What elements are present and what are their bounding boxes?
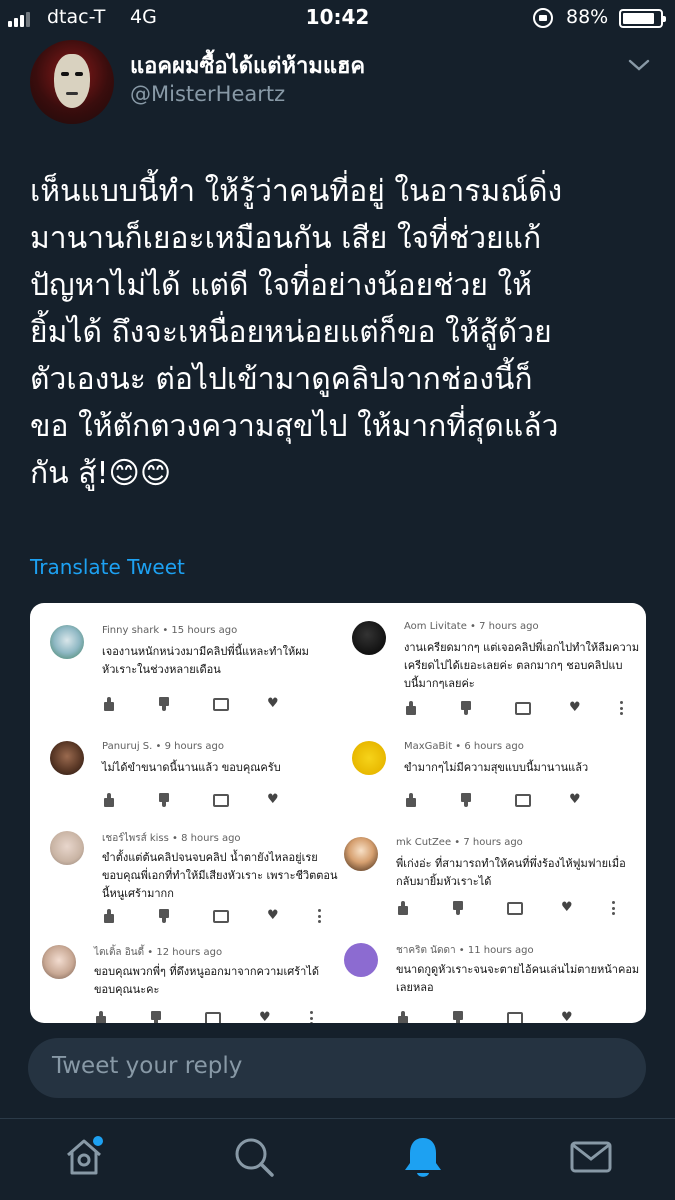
like-icon[interactable]	[94, 1011, 110, 1023]
dislike-icon[interactable]	[149, 1011, 165, 1023]
comment-text: พี่เก่งอ่ะ ที่สามารถทำให้คนที่พึ่งร้องไห…	[396, 857, 626, 888]
author-handle[interactable]: @MisterHeartz	[130, 82, 285, 106]
more-options-icon[interactable]	[612, 901, 616, 915]
commenter-avatar	[352, 741, 386, 775]
reply-icon[interactable]	[204, 1011, 221, 1023]
dislike-icon[interactable]	[157, 909, 173, 923]
comment-text: งานเครียดมากๆ แต่เจอคลิปพี่เอกไปทำให้ลืม…	[404, 641, 640, 690]
comment-meta: Panuruj S. • 9 hours ago	[102, 741, 225, 752]
heart-icon[interactable]: ♥	[561, 901, 573, 915]
mask-face	[54, 54, 90, 108]
comment-actions: ♥	[396, 901, 616, 915]
more-options-icon[interactable]	[310, 1011, 314, 1023]
commenter-avatar	[344, 943, 378, 977]
heart-icon[interactable]: ♥	[569, 701, 581, 715]
reply-icon[interactable]	[506, 1011, 523, 1023]
tweet-attached-image[interactable]: Finny shark • 15 hours ago เจองานหนักหน่…	[30, 603, 646, 1023]
reply-icon[interactable]	[212, 793, 229, 807]
comment-text: ขอบคุณพวกพี่ๆ ที่ดึงหนูออกมาจากความเศร้า…	[94, 965, 320, 996]
comment-meta: ชาคริต นัดดา • 11 hours ago	[396, 945, 534, 956]
commenter-avatar	[42, 945, 76, 979]
commenter-avatar	[50, 741, 84, 775]
chevron-down-icon[interactable]	[628, 58, 650, 72]
dislike-icon[interactable]	[451, 901, 467, 915]
like-icon[interactable]	[404, 701, 420, 715]
status-bar: dtac-T 4G 10:42 88%	[0, 0, 675, 36]
commenter-avatar	[50, 625, 84, 659]
rotation-lock-icon	[533, 8, 553, 28]
heart-icon[interactable]: ♥	[267, 909, 279, 923]
comment-actions: ♥	[94, 1011, 314, 1023]
comment-text: ขำมากๆไม่มีความสุขแบบนี้มานานแล้ว	[404, 761, 589, 774]
heart-icon[interactable]: ♥	[561, 1011, 573, 1024]
comment-actions: ♥	[404, 793, 620, 807]
messages-mail-icon[interactable]	[567, 1133, 615, 1181]
search-icon[interactable]	[230, 1133, 278, 1181]
dislike-icon[interactable]	[157, 793, 173, 807]
comment-text: ขำตั้งแต่ต้นคลิปจนจบคลิป น้ำตายังไหลอยู่…	[102, 851, 338, 900]
comment-meta: Finny shark • 15 hours ago	[102, 625, 238, 636]
reply-placeholder: Tweet your reply	[52, 1053, 243, 1079]
more-options-icon[interactable]	[318, 909, 322, 923]
comment-text: ขนาดกูดูหัวเราะจนจะตายไอ้คนเล่นไม่ตายหน้…	[396, 963, 640, 994]
reply-icon[interactable]	[506, 901, 523, 915]
comment-meta: ไตเติ้ล อินดี้ • 12 hours ago	[94, 947, 223, 958]
bottom-tab-bar	[0, 1118, 675, 1200]
comment-text: ไม่ได้ขำขนาดนี้นานแล้ว ขอบคุณครับ	[102, 761, 281, 774]
comment-meta: mk CutZee • 7 hours ago	[396, 837, 523, 848]
reply-icon[interactable]	[514, 701, 531, 715]
heart-icon[interactable]: ♥	[267, 793, 279, 807]
notifications-bell-icon[interactable]	[399, 1133, 447, 1181]
comment-actions: ♥	[404, 701, 624, 715]
dislike-icon[interactable]	[459, 701, 475, 715]
author-avatar[interactable]	[30, 40, 114, 124]
author-display-name[interactable]: แอคผมซื้อได้แต่ห้ามแฮค	[130, 48, 365, 83]
like-icon[interactable]	[396, 901, 412, 915]
comment-actions: ♥	[102, 909, 322, 923]
comment-meta: MaxGaBit • 6 hours ago	[404, 741, 524, 752]
like-icon[interactable]	[404, 793, 420, 807]
translate-tweet-link[interactable]: Translate Tweet	[30, 555, 185, 579]
like-icon[interactable]	[396, 1011, 412, 1023]
like-icon[interactable]	[102, 793, 118, 807]
battery-icon	[619, 9, 666, 28]
comment-actions: ♥	[102, 793, 318, 807]
dislike-icon[interactable]	[157, 697, 173, 711]
commenter-avatar	[50, 831, 84, 865]
heart-icon[interactable]: ♥	[259, 1011, 271, 1024]
reply-icon[interactable]	[212, 697, 229, 711]
reply-icon[interactable]	[212, 909, 229, 923]
comment-meta: Aom Livitate • 7 hours ago	[404, 621, 539, 632]
dislike-icon[interactable]	[451, 1011, 467, 1023]
reply-input[interactable]: Tweet your reply	[28, 1038, 646, 1098]
battery-percent: 88%	[566, 6, 609, 28]
dislike-icon[interactable]	[459, 793, 475, 807]
tweet-text: เห็นแบบนี้ทำ ให้รู้ว่าคนที่อยู่ ในอารมณ์…	[30, 174, 563, 491]
commenter-avatar	[344, 837, 378, 871]
heart-icon[interactable]: ♥	[569, 793, 581, 807]
commenter-avatar	[352, 621, 386, 655]
reply-icon[interactable]	[514, 793, 531, 807]
comment-actions: ♥	[396, 1011, 612, 1023]
like-icon[interactable]	[102, 909, 118, 923]
more-options-icon[interactable]	[620, 701, 624, 715]
like-icon[interactable]	[102, 697, 118, 711]
home-icon[interactable]	[60, 1133, 108, 1181]
comment-actions: ♥	[102, 697, 318, 711]
comment-meta: เชอร์ไพรส์ kiss • 8 hours ago	[102, 833, 241, 844]
comment-text: เจองานหนักหน่วงมามีคลิปพี่นี้แหละทำให้ผม…	[102, 645, 309, 676]
heart-icon[interactable]: ♥	[267, 697, 279, 711]
